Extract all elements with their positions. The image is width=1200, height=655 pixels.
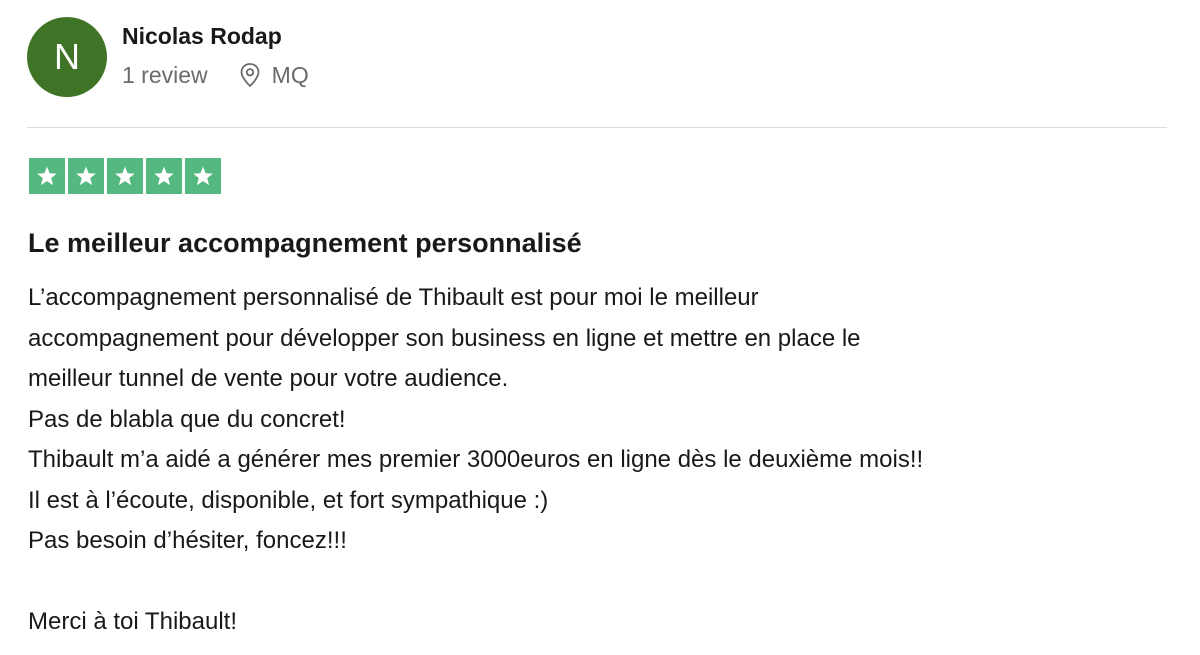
review-title[interactable]: Le meilleur accompagnement personnalisé bbox=[28, 226, 582, 260]
star-icon bbox=[68, 158, 104, 194]
review-count: 1 review bbox=[122, 61, 208, 88]
reviewer-header: N Nicolas Rodap 1 review MQ bbox=[27, 17, 309, 97]
review-line: meilleur tunnel de vente pour votre audi… bbox=[28, 365, 509, 392]
avatar[interactable]: N bbox=[27, 17, 107, 97]
review-line: Merci à toi Thibault! bbox=[28, 608, 237, 635]
reviewer-location: MQ bbox=[238, 61, 309, 89]
star-icon bbox=[146, 158, 182, 194]
reviewer-info: Nicolas Rodap 1 review MQ bbox=[122, 23, 309, 89]
reviewer-meta: 1 review MQ bbox=[122, 61, 309, 89]
location-code: MQ bbox=[271, 61, 309, 88]
review-line bbox=[28, 562, 1178, 603]
review-line: accompagnement pour développer son busin… bbox=[28, 324, 861, 352]
review-line: Il est à l’écoute, disponible, et fort s… bbox=[28, 486, 549, 514]
review-line: Pas besoin d’hésiter, foncez!!! bbox=[28, 527, 347, 554]
review-body: L’accompagnement personnalisé de Thibaul… bbox=[28, 278, 1178, 643]
star-icon bbox=[107, 158, 143, 194]
review-line: Thibault m’a aidé a générer mes premier … bbox=[28, 446, 924, 473]
star-icon bbox=[185, 158, 221, 194]
divider bbox=[27, 127, 1167, 128]
star-rating bbox=[29, 158, 221, 194]
review-line: Pas de blabla que du concret! bbox=[28, 405, 346, 433]
review-line: L’accompagnement personnalisé de Thibaul… bbox=[28, 284, 759, 311]
reviewer-name[interactable]: Nicolas Rodap bbox=[122, 22, 309, 50]
location-pin-icon bbox=[238, 62, 262, 88]
star-icon bbox=[29, 158, 65, 194]
